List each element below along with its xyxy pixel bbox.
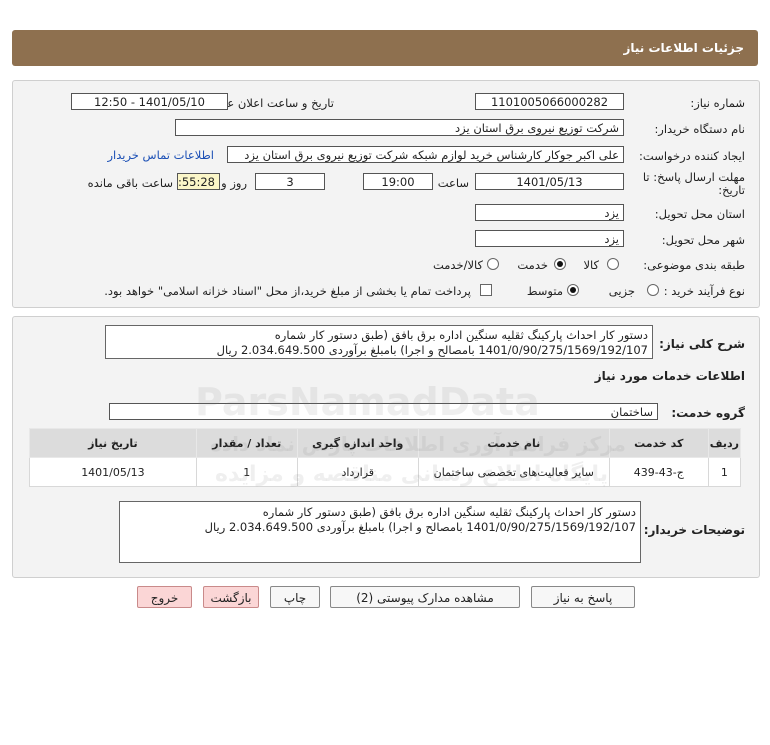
category-option-goods-service: کالا/خدمت [432,258,483,272]
need-info-panel: شماره نیاز: 1101005066000282 تاریخ و ساع… [12,80,760,308]
remaining-time-field: 05:55:28 [177,173,220,190]
creator-label: ایجاد کننده درخواست: [639,149,745,163]
table-row: 1 ج-43-439 سایر فعالیت‌های تخصصی ساختمان… [29,457,742,487]
deadline-label-date: تاریخ: [718,183,745,197]
buyer-org-label: نام دستگاه خریدار: [654,122,745,136]
summary-line-2: 1401/0/90/275/1569/192/107 بامصالح و اجر… [216,343,648,357]
col-need-date: تاریخ نیاز [29,428,197,458]
deadline-label: مهلت ارسال پاسخ: تا [642,170,745,184]
cell-service-code: ج-43-439 [608,457,709,487]
col-unit: واحد اندازه گیری [296,428,419,458]
services-section-title: اطلاعات خدمات مورد نیاز [594,369,745,383]
col-quantity: تعداد / مقدار [195,428,298,458]
process-radio-medium[interactable] [567,284,579,296]
table-header-row: ردیف کد خدمت نام خدمت واحد اندازه گیری ت… [29,428,742,458]
exit-button[interactable]: خروج [137,586,192,608]
days-label: روز و [221,176,247,190]
category-option-goods: کالا [583,258,599,272]
deadline-time-label: ساعت [437,176,469,190]
service-group-label: گروه خدمت: [671,406,745,420]
creator-field[interactable]: علی اکبر جوکار کارشناس خرید لوازم شبکه ش… [227,146,624,163]
deadline-time-field[interactable]: 19:00 [363,173,433,190]
treasury-payment-note: پرداخت تمام یا بخشی از مبلغ خرید،از محل … [104,284,471,298]
buyer-org-field[interactable]: شرکت توزیع نیروی برق استان یزد [175,119,624,136]
province-label: استان محل تحویل: [654,207,745,221]
contact-buyer-link[interactable]: اطلاعات تماس خریدار [107,148,214,162]
deadline-date-field[interactable]: 1401/05/13 [475,173,624,190]
category-option-service: خدمت [517,258,548,272]
col-service-code: کد خدمت [608,428,709,458]
process-option-medium: متوسط [526,284,563,298]
attachments-button[interactable]: مشاهده مدارک پیوستی (2) [330,586,520,608]
city-field[interactable]: یزد [475,230,624,247]
cell-service-name: سایر فعالیت‌های تخصصی ساختمان [417,457,610,487]
cell-row: 1 [707,457,742,487]
process-radio-minor[interactable] [647,284,659,296]
reply-button[interactable]: پاسخ به نیاز [531,586,635,608]
col-service-name: نام خدمت [417,428,610,458]
province-field[interactable]: یزد [475,204,624,221]
process-option-minor: جزیی [608,284,635,298]
need-number-label: شماره نیاز: [690,96,745,110]
remaining-label: ساعت باقی مانده [87,176,173,190]
buyer-notes-box: دستور کار احداث پارکینگ ثقلیه سنگین ادار… [119,501,641,563]
process-label: نوع فرآیند خرید : [663,284,745,298]
buyer-notes-line-1: دستور کار احداث پارکینگ ثقلیه سنگین ادار… [262,505,636,519]
category-label: طبقه بندی موضوعی: [643,258,745,272]
cell-unit: قرارداد [296,457,419,487]
back-button[interactable]: بازگشت [203,586,259,608]
category-radio-service[interactable] [554,258,566,270]
announce-field[interactable]: 1401/05/10 - 12:50 [71,93,228,110]
summary-box: دستور کار احداث پارکینگ ثقلیه سنگین ادار… [105,325,653,359]
treasury-payment-checkbox[interactable] [480,284,492,296]
page-title: جزئیات اطلاعات نیاز [623,41,744,55]
need-details-panel: شرح کلی نیاز: دستور کار احداث پارکینگ ثق… [12,316,760,578]
need-number-field[interactable]: 1101005066000282 [475,93,624,110]
city-label: شهر محل تحویل: [661,233,745,247]
cell-need-date: 1401/05/13 [29,457,197,487]
services-table: ردیف کد خدمت نام خدمت واحد اندازه گیری ت… [29,428,742,487]
buyer-notes-label: توضیحات خریدار: [643,523,745,537]
days-field[interactable]: 3 [255,173,325,190]
category-radio-goods-service[interactable] [487,258,499,270]
summary-label: شرح کلی نیاز: [659,337,745,351]
buyer-notes-line-2: 1401/0/90/275/1569/192/107 بامصالح و اجر… [204,520,636,534]
col-row: ردیف [707,428,742,458]
category-radio-goods[interactable] [607,258,619,270]
print-button[interactable]: چاپ [270,586,320,608]
cell-quantity: 1 [195,457,298,487]
service-group-field[interactable]: ساختمان [109,403,658,420]
page-header: جزئیات اطلاعات نیاز [12,30,758,66]
summary-line-1: دستور کار احداث پارکینگ ثقلیه سنگین ادار… [274,328,648,342]
